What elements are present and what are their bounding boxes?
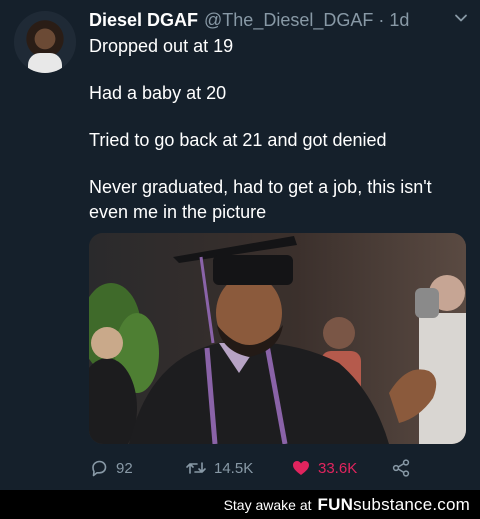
like-count: 33.6K [318, 459, 358, 477]
tweet-line: Dropped out at 19 [89, 36, 234, 56]
retweet-count: 14.5K [214, 459, 254, 477]
separator: · [378, 9, 385, 30]
heart-icon [293, 461, 309, 475]
tweet-text: Dropped out at 19 Had a baby at 20 Tried… [89, 34, 459, 247]
tweet-photo[interactable] [89, 233, 466, 444]
tweet-actions: 92 14.5K 33.6K [89, 456, 429, 480]
share-icon [392, 459, 410, 477]
timestamp[interactable]: 1d [389, 10, 409, 30]
like-button[interactable]: 33.6K [291, 456, 357, 480]
footer-tagline: Stay awake at [223, 496, 312, 513]
avatar-shirt [28, 53, 62, 73]
tweet-card: Diesel DGAF @The_Diesel_DGAF · 1d Droppe… [0, 0, 480, 490]
tweet-header: Diesel DGAF @The_Diesel_DGAF · 1d [89, 9, 466, 31]
graduation-photo-icon [89, 233, 466, 444]
handle-and-time: @The_Diesel_DGAF · 1d [204, 10, 409, 31]
funsubstance-logo[interactable]: FUNsubstance.com [318, 495, 470, 515]
handle[interactable]: @The_Diesel_DGAF [204, 10, 373, 30]
tweet-line: Had a baby at 20 [89, 83, 227, 103]
avatar[interactable] [14, 11, 76, 73]
reply-button[interactable]: 92 [89, 456, 133, 480]
display-name[interactable]: Diesel DGAF [89, 10, 198, 31]
tweet-line: Never graduated, had to get a job, this … [89, 177, 432, 222]
reply-count: 92 [116, 459, 133, 477]
watermark-footer: Stay awake at FUNsubstance.com [0, 490, 480, 519]
retweet-button[interactable]: 14.5K [185, 456, 253, 480]
share-button[interactable] [391, 456, 418, 480]
reply-icon [92, 460, 107, 477]
retweet-icon [186, 462, 206, 474]
chevron-down-icon[interactable] [454, 11, 468, 25]
tweet-line: Tried to go back at 21 and got denied [89, 130, 387, 150]
